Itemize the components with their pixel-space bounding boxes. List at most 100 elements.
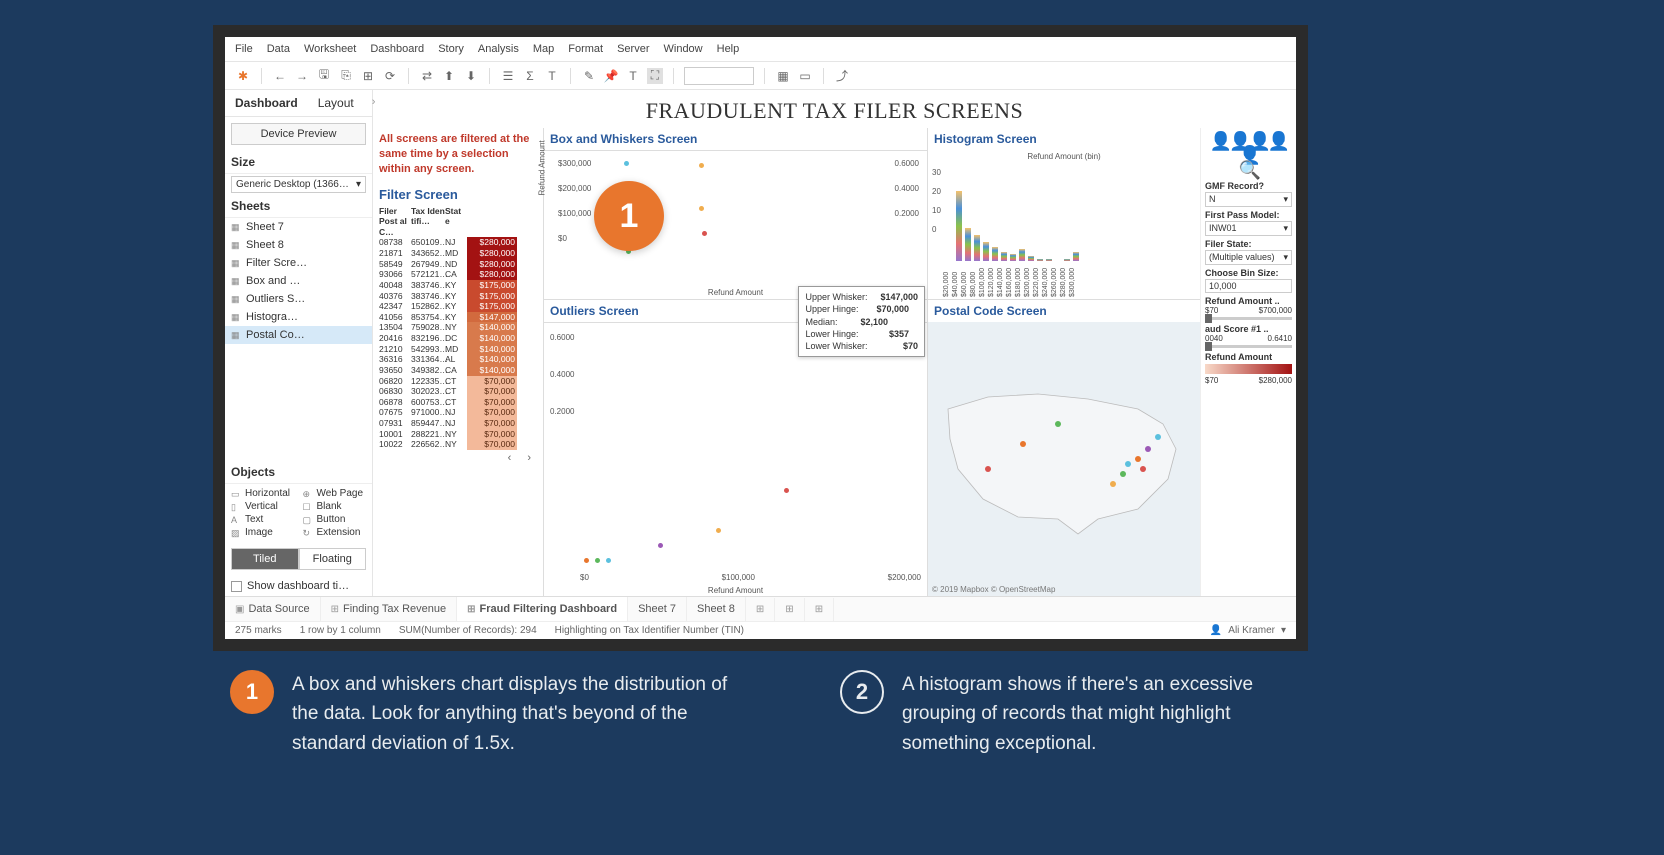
histogram-title: Histogram Screen: [928, 128, 1200, 150]
menu-dashboard[interactable]: Dashboard: [370, 43, 424, 55]
refund-slider[interactable]: [1205, 317, 1292, 320]
status-user[interactable]: 👤Ali Kramer▾: [1210, 625, 1286, 636]
sheet-icon: ▦: [231, 330, 241, 340]
group-icon[interactable]: ☰: [500, 68, 516, 84]
obj-vertical[interactable]: ▯Vertical: [231, 501, 295, 512]
obj-blank[interactable]: ☐Blank: [303, 501, 367, 512]
sheet-tab[interactable]: Sheet 7: [628, 597, 687, 621]
show-title-label: Show dashboard ti…: [247, 580, 349, 592]
floating-button[interactable]: Floating: [299, 548, 367, 570]
tiled-button[interactable]: Tiled: [231, 548, 299, 570]
totals-icon[interactable]: Σ: [522, 68, 538, 84]
highlight-icon[interactable]: ✎: [581, 68, 597, 84]
menu-analysis[interactable]: Analysis: [478, 43, 519, 55]
forward-icon[interactable]: →: [294, 68, 310, 84]
filters-pane: 👤👤👤👤👤🔍 GMF Record? N▾ First Pass Model: …: [1200, 128, 1296, 596]
postal-map[interactable]: © 2019 Mapbox © OpenStreetMap: [928, 322, 1200, 596]
chevron-down-icon: ▾: [1281, 625, 1286, 636]
outliers-x-label: Refund Amount: [544, 586, 927, 595]
sheet-icon: ▦: [231, 258, 241, 268]
plus-icon: ⊞: [815, 604, 823, 615]
sheet-icon: ▦: [231, 294, 241, 304]
box-whisker-title: Box and Whiskers Screen: [544, 128, 927, 150]
show-title-checkbox-row[interactable]: Show dashboard ti…: [225, 576, 372, 596]
text-icon[interactable]: T: [625, 68, 641, 84]
new-sheet-button[interactable]: ⊞: [746, 598, 775, 621]
sheet-item[interactable]: ▦Sheet 8: [225, 236, 372, 254]
share-icon[interactable]: ⤴: [834, 68, 850, 84]
new-story-button[interactable]: ⊞: [805, 598, 834, 621]
fit-icon[interactable]: ⛶: [647, 68, 663, 84]
sort-desc-icon[interactable]: ⬇: [463, 68, 479, 84]
annotation-1: 1 A box and whiskers chart displays the …: [230, 670, 750, 758]
checkbox-icon[interactable]: [231, 581, 242, 592]
score-slider[interactable]: [1205, 345, 1292, 348]
tab-dashboard[interactable]: Dashboard: [225, 90, 308, 116]
menu-worksheet[interactable]: Worksheet: [304, 43, 356, 55]
mid-column: Box and Whiskers Screen Refund Amount $3…: [543, 128, 928, 596]
table-scroll[interactable]: ‹›: [379, 450, 537, 466]
presentation-icon[interactable]: ▭: [797, 68, 813, 84]
search-input[interactable]: [684, 67, 754, 85]
sheet-tab[interactable]: Sheet 8: [687, 597, 746, 621]
model-dropdown[interactable]: INW01▾: [1205, 221, 1292, 236]
menu-window[interactable]: Window: [664, 43, 703, 55]
menu-help[interactable]: Help: [717, 43, 740, 55]
pin-icon[interactable]: 📌: [603, 68, 619, 84]
histogram-chart[interactable]: Refund Amount (bin) 30 20 10 0 $20,000$4…: [928, 150, 1200, 300]
us-map-svg: [928, 322, 1200, 596]
device-preview-button[interactable]: Device Preview: [231, 123, 366, 145]
new-sheet-icon[interactable]: ⊞: [360, 68, 376, 84]
tableau-logo-icon[interactable]: ✱: [235, 68, 251, 84]
plus-icon: ⊞: [785, 604, 793, 615]
menu-map[interactable]: Map: [533, 43, 554, 55]
filter-table[interactable]: Filer Post al C… Tax Iden tifi… Stat e 0…: [379, 206, 537, 466]
box-whisker-chart[interactable]: Refund Amount $300,000 $200,000 $100,000…: [544, 150, 927, 300]
ext-icon: ↻: [303, 528, 313, 538]
menu-file[interactable]: File: [235, 43, 253, 55]
menu-server[interactable]: Server: [617, 43, 649, 55]
bin-input[interactable]: 10,000: [1205, 279, 1292, 293]
scroll-right-icon: ›: [527, 452, 531, 466]
sort-asc-icon[interactable]: ⬆: [441, 68, 457, 84]
state-dropdown[interactable]: (Multiple values)▾: [1205, 250, 1292, 265]
sheet-tab-active[interactable]: ⊞Fraud Filtering Dashboard: [457, 597, 628, 621]
size-dropdown[interactable]: Generic Desktop (1366…▾: [231, 176, 366, 193]
model-label: First Pass Model:: [1205, 210, 1292, 220]
sheet-item[interactable]: ▦Box and …: [225, 272, 372, 290]
menu-story[interactable]: Story: [438, 43, 464, 55]
save-icon[interactable]: 🖫: [316, 68, 332, 84]
bottom-tabs: ▣Data Source ⊞Finding Tax Revenue ⊞Fraud…: [225, 596, 1296, 621]
menu-format[interactable]: Format: [568, 43, 603, 55]
sheet-item[interactable]: ▦Outliers S…: [225, 290, 372, 308]
label-icon[interactable]: T: [544, 68, 560, 84]
back-icon[interactable]: ←: [272, 68, 288, 84]
show-me-icon[interactable]: ▦: [775, 68, 791, 84]
new-dashboard-button[interactable]: ⊞: [775, 598, 804, 621]
outliers-chart[interactable]: 0.6000 0.4000 0.2000: [544, 322, 927, 596]
obj-text[interactable]: AText: [231, 514, 295, 525]
sheet-item[interactable]: ▦Histogra…: [225, 308, 372, 326]
new-data-icon[interactable]: ⎘: [338, 68, 354, 84]
status-marks: 275 marks: [235, 625, 282, 636]
obj-button[interactable]: ▢Button: [303, 514, 367, 525]
sheet-icon: ▦: [231, 240, 241, 250]
gmf-dropdown[interactable]: N▾: [1205, 192, 1292, 207]
sheet-item[interactable]: ▦Postal Co…: [225, 326, 372, 344]
user-icon: 👤: [1210, 625, 1222, 636]
tab-layout[interactable]: Layout: [308, 90, 364, 116]
swap-icon[interactable]: ⇄: [419, 68, 435, 84]
refresh-icon[interactable]: ⟳: [382, 68, 398, 84]
obj-horizontal[interactable]: ▭Horizontal: [231, 488, 295, 499]
people-logo-icon: 👤👤👤👤👤🔍: [1205, 132, 1292, 179]
obj-webpage[interactable]: ⊕Web Page: [303, 488, 367, 499]
sheet-item[interactable]: ▦Filter Scre…: [225, 254, 372, 272]
data-source-tab[interactable]: ▣Data Source: [225, 597, 321, 621]
chevron-down-icon: ▾: [356, 179, 361, 190]
sheet-item[interactable]: ▦Sheet 7: [225, 218, 372, 236]
sheet-tab[interactable]: ⊞Finding Tax Revenue: [321, 597, 458, 621]
menu-data[interactable]: Data: [267, 43, 290, 55]
obj-image[interactable]: ▨Image: [231, 527, 295, 538]
app-inner: File Data Worksheet Dashboard Story Anal…: [225, 37, 1296, 639]
obj-extension[interactable]: ↻Extension: [303, 527, 367, 538]
